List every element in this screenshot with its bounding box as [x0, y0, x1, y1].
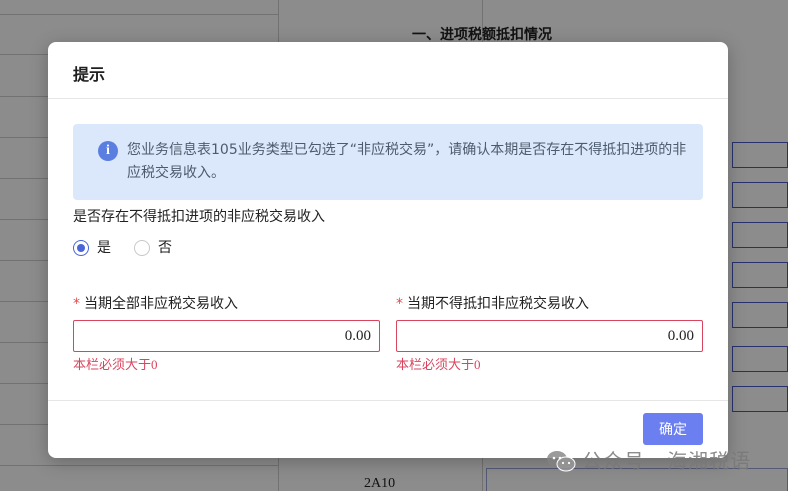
watermark-text: 公众号 · 海湘税语 — [582, 449, 752, 473]
non-deductible-income-label-text: 当期不得抵扣非应税交易收入 — [407, 296, 589, 312]
dialog-title: 提示 — [73, 65, 106, 84]
question-label: 是否存在不得抵扣进项的非应税交易收入 — [73, 209, 325, 225]
radio-checked-icon[interactable] — [73, 240, 89, 256]
non-deductible-income-label: * 当期不得抵扣非应税交易收入 — [396, 294, 703, 314]
alert-message: 您业务信息表105业务类型已勾选了“非应税交易”，请确认本期是否存在不得抵扣进项… — [127, 142, 687, 181]
total-income-input[interactable] — [73, 320, 380, 352]
total-income-label: * 当期全部非应税交易收入 — [73, 294, 380, 314]
info-icon: i — [98, 141, 118, 161]
radio-label-yes: 是 — [97, 240, 111, 256]
non-deductible-income-error: 本栏必须大于0 — [396, 357, 481, 372]
total-income-error: 本栏必须大于0 — [73, 357, 158, 372]
total-income-label-text: 当期全部非应税交易收入 — [84, 296, 238, 312]
radio-label-no: 否 — [158, 240, 172, 256]
wechat-icon — [547, 451, 576, 472]
radio-unchecked-icon[interactable] — [134, 240, 150, 256]
info-alert: i 您业务信息表105业务类型已勾选了“非应税交易”，请确认本期是否存在不得抵扣… — [73, 124, 703, 200]
non-deductible-income-input[interactable] — [396, 320, 703, 352]
dialog-header: 提示 — [48, 42, 728, 99]
required-mark: * — [396, 296, 403, 312]
total-income-field: *当期全部非应税交易收入 本栏必须大于0 — [73, 294, 380, 373]
confirm-button[interactable]: 确定 — [643, 413, 703, 445]
required-mark: * — [73, 296, 80, 312]
prompt-dialog: 提示 i 您业务信息表105业务类型已勾选了“非应税交易”，请确认本期是否存在不… — [48, 42, 728, 458]
non-deductible-income-field: *当期不得抵扣非应税交易收入 本栏必须大于0 — [396, 294, 703, 373]
